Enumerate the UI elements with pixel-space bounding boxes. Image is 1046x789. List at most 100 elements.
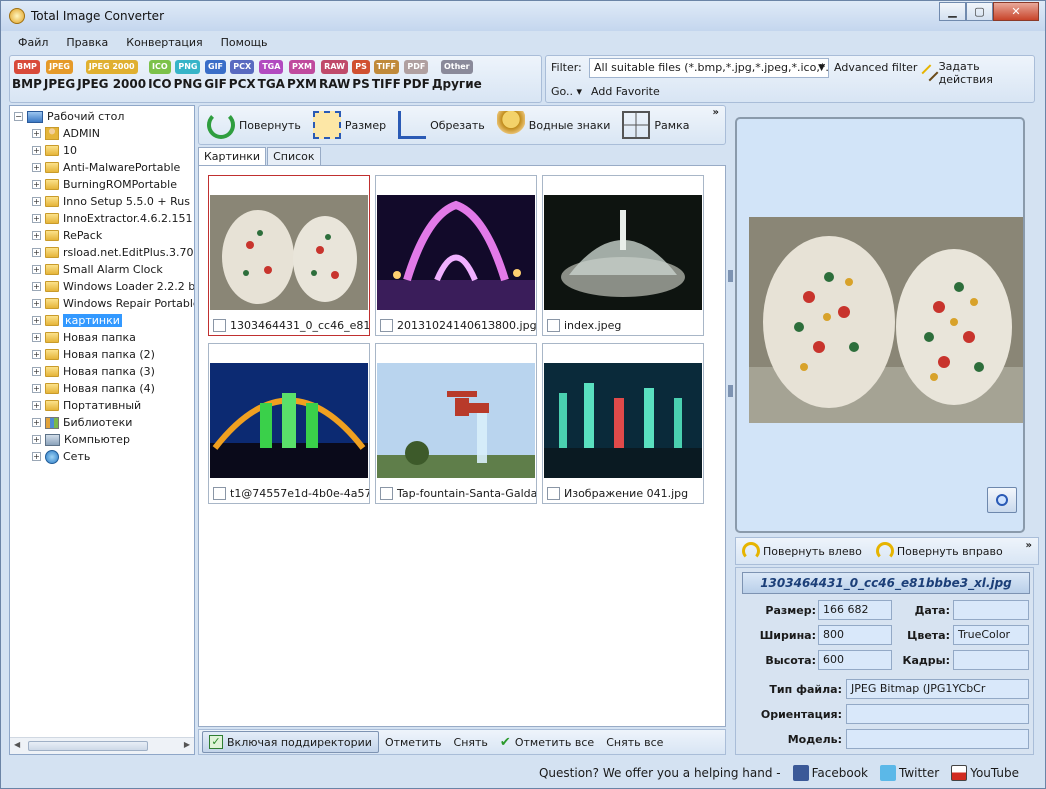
scroll-left-icon[interactable]: ◀ <box>14 740 20 749</box>
close-button[interactable]: ✕ <box>993 2 1039 21</box>
tree-item[interactable]: + Компьютер <box>32 431 130 448</box>
tree-item[interactable]: + Библиотеки <box>32 414 132 431</box>
expand-icon[interactable]: + <box>32 401 41 410</box>
twitter-icon[interactable] <box>879 765 896 781</box>
thumbnail-image[interactable] <box>210 363 368 478</box>
thumbnail-checkbox[interactable] <box>213 318 226 332</box>
rotate-button[interactable]: Повернуть <box>207 111 301 139</box>
format-button-pxm[interactable]: PXM PXM <box>287 56 317 91</box>
format-button-png[interactable]: PNG PNG <box>174 56 202 91</box>
set-actions-button[interactable]: Задать действия <box>921 60 1034 86</box>
expand-icon[interactable]: + <box>32 180 41 189</box>
format-button-ico[interactable]: ICO ICO <box>148 56 172 91</box>
crop-button[interactable]: Обрезать <box>398 111 485 139</box>
expand-icon[interactable]: + <box>32 163 41 172</box>
twitter-link[interactable]: Twitter <box>899 766 939 780</box>
expand-icon[interactable]: + <box>32 214 41 223</box>
thumbnail-checkbox[interactable] <box>547 486 560 500</box>
mark-all-button[interactable]: ✔ Отметить все <box>494 735 600 750</box>
add-favorite-link[interactable]: Add Favorite <box>591 85 660 98</box>
toolbar-more-button[interactable]: » <box>713 107 719 118</box>
thumbnail-checkbox[interactable] <box>213 486 226 500</box>
tree-horizontal-scrollbar[interactable]: ◀ ▶ <box>10 737 194 754</box>
minimize-button[interactable]: ▁ <box>939 2 966 21</box>
tree-item[interactable]: + BurningROMPortable <box>32 176 177 193</box>
format-button-tiff[interactable]: TIFF TIFF <box>372 56 401 91</box>
tree-item[interactable]: + Anti-MalwarePortable <box>32 159 180 176</box>
tree-item[interactable]: + Small Alarm Clock <box>32 261 163 278</box>
filter-select[interactable]: All suitable files (*.bmp,*.jpg,*.jpeg,*… <box>589 58 829 78</box>
format-button-jpeg-2000[interactable]: JPEG 2000 JPEG 2000 <box>77 56 146 91</box>
expand-icon[interactable]: + <box>32 333 41 342</box>
rotate-more-button[interactable]: » <box>1026 540 1032 551</box>
expand-icon[interactable]: + <box>32 316 41 325</box>
menu-convert[interactable]: Конвертация <box>117 34 211 52</box>
frame-button[interactable]: Рамка <box>622 111 689 139</box>
expand-icon[interactable]: + <box>32 282 41 291</box>
format-button-gif[interactable]: GIF GIF <box>204 56 227 91</box>
thumbnail-image[interactable] <box>377 363 535 478</box>
tree-item[interactable]: + Сеть <box>32 448 90 465</box>
expand-icon[interactable]: + <box>32 248 41 257</box>
expand-icon[interactable]: + <box>32 129 41 138</box>
menu-file[interactable]: Файл <box>9 34 57 52</box>
format-button-jpeg[interactable]: JPEG JPEG <box>44 56 75 91</box>
youtube-icon[interactable] <box>951 765 968 781</box>
expand-icon[interactable]: + <box>32 231 41 240</box>
tree-item[interactable]: + Портативный <box>32 397 141 414</box>
format-button-pcx[interactable]: PCX PCX <box>229 56 256 91</box>
facebook-icon[interactable] <box>792 765 809 781</box>
resize-button[interactable]: Размер <box>312 111 386 139</box>
rotate-right-button[interactable]: Повернуть вправо <box>875 542 1003 560</box>
tree-item[interactable]: +10 <box>32 142 77 159</box>
unmark-button[interactable]: Снять <box>448 736 494 749</box>
thumbnail-card[interactable]: 1303464431_0_cc46_e81bbb <box>208 175 370 336</box>
tree-item[interactable]: + картинки <box>32 312 122 329</box>
include-subfolders-toggle[interactable]: ✓ Включая поддиректории <box>202 731 379 753</box>
go-menu[interactable]: Go.. ▾ <box>551 85 582 98</box>
format-button-tga[interactable]: TGA TGA <box>258 56 285 91</box>
thumbnail-checkbox[interactable] <box>380 486 393 500</box>
tab-thumbnails[interactable]: Картинки <box>198 147 267 165</box>
advanced-filter-link[interactable]: Advanced filter <box>834 61 917 74</box>
thumbnail-checkbox[interactable] <box>380 318 393 332</box>
tree-item[interactable]: + Новая папка <box>32 329 136 346</box>
format-button-pdf[interactable]: PDF PDF <box>403 56 430 91</box>
format-button-raw[interactable]: RAW RAW <box>319 56 350 91</box>
expand-icon[interactable]: + <box>32 265 41 274</box>
tree-item[interactable]: + Новая папка (3) <box>32 363 155 380</box>
thumbnail-checkbox[interactable] <box>547 318 560 332</box>
splitter-grip-icon[interactable] <box>728 385 733 397</box>
expand-icon[interactable]: + <box>32 299 41 308</box>
tree-item[interactable]: + Windows Repair Portable <box>32 295 194 312</box>
menu-help[interactable]: Помощь <box>212 34 277 52</box>
expand-icon[interactable]: + <box>32 350 41 359</box>
tree-item[interactable]: + InnoExtractor.4.6.2.151 <box>32 210 193 227</box>
menu-edit[interactable]: Правка <box>57 34 117 52</box>
facebook-link[interactable]: Facebook <box>812 766 868 780</box>
unmark-all-button[interactable]: Снять все <box>600 736 669 749</box>
collapse-icon[interactable]: − <box>14 112 23 121</box>
expand-icon[interactable]: + <box>32 146 41 155</box>
thumbnail-card[interactable]: Изображение 041.jpg <box>542 343 704 504</box>
thumbnail-image[interactable] <box>210 195 368 310</box>
thumbnail-image[interactable] <box>544 363 702 478</box>
mark-button[interactable]: Отметить <box>379 736 448 749</box>
zoom-button[interactable] <box>987 487 1017 513</box>
expand-icon[interactable]: + <box>32 197 41 206</box>
thumbnail-image[interactable] <box>377 195 535 310</box>
format-button-ps[interactable]: PS PS <box>352 56 370 91</box>
expand-icon[interactable]: + <box>32 418 41 427</box>
tree-item[interactable]: + Новая папка (4) <box>32 380 155 397</box>
tree-item[interactable]: + ADMIN <box>32 125 100 142</box>
format-button-bmp[interactable]: BMP BMP <box>12 56 42 91</box>
tree-item[interactable]: + Новая папка (2) <box>32 346 155 363</box>
maximize-button[interactable]: ▢ <box>966 2 993 21</box>
expand-icon[interactable]: + <box>32 452 41 461</box>
expand-icon[interactable]: + <box>32 367 41 376</box>
tree-item[interactable]: + Windows Loader 2.2.2 by I <box>32 278 194 295</box>
thumbnail-card[interactable]: t1@74557e1d-4b0e-4a57-91 <box>208 343 370 504</box>
youtube-link[interactable]: YouTube <box>970 766 1019 780</box>
thumbnail-card[interactable]: index.jpeg <box>542 175 704 336</box>
scroll-right-icon[interactable]: ▶ <box>184 740 190 749</box>
